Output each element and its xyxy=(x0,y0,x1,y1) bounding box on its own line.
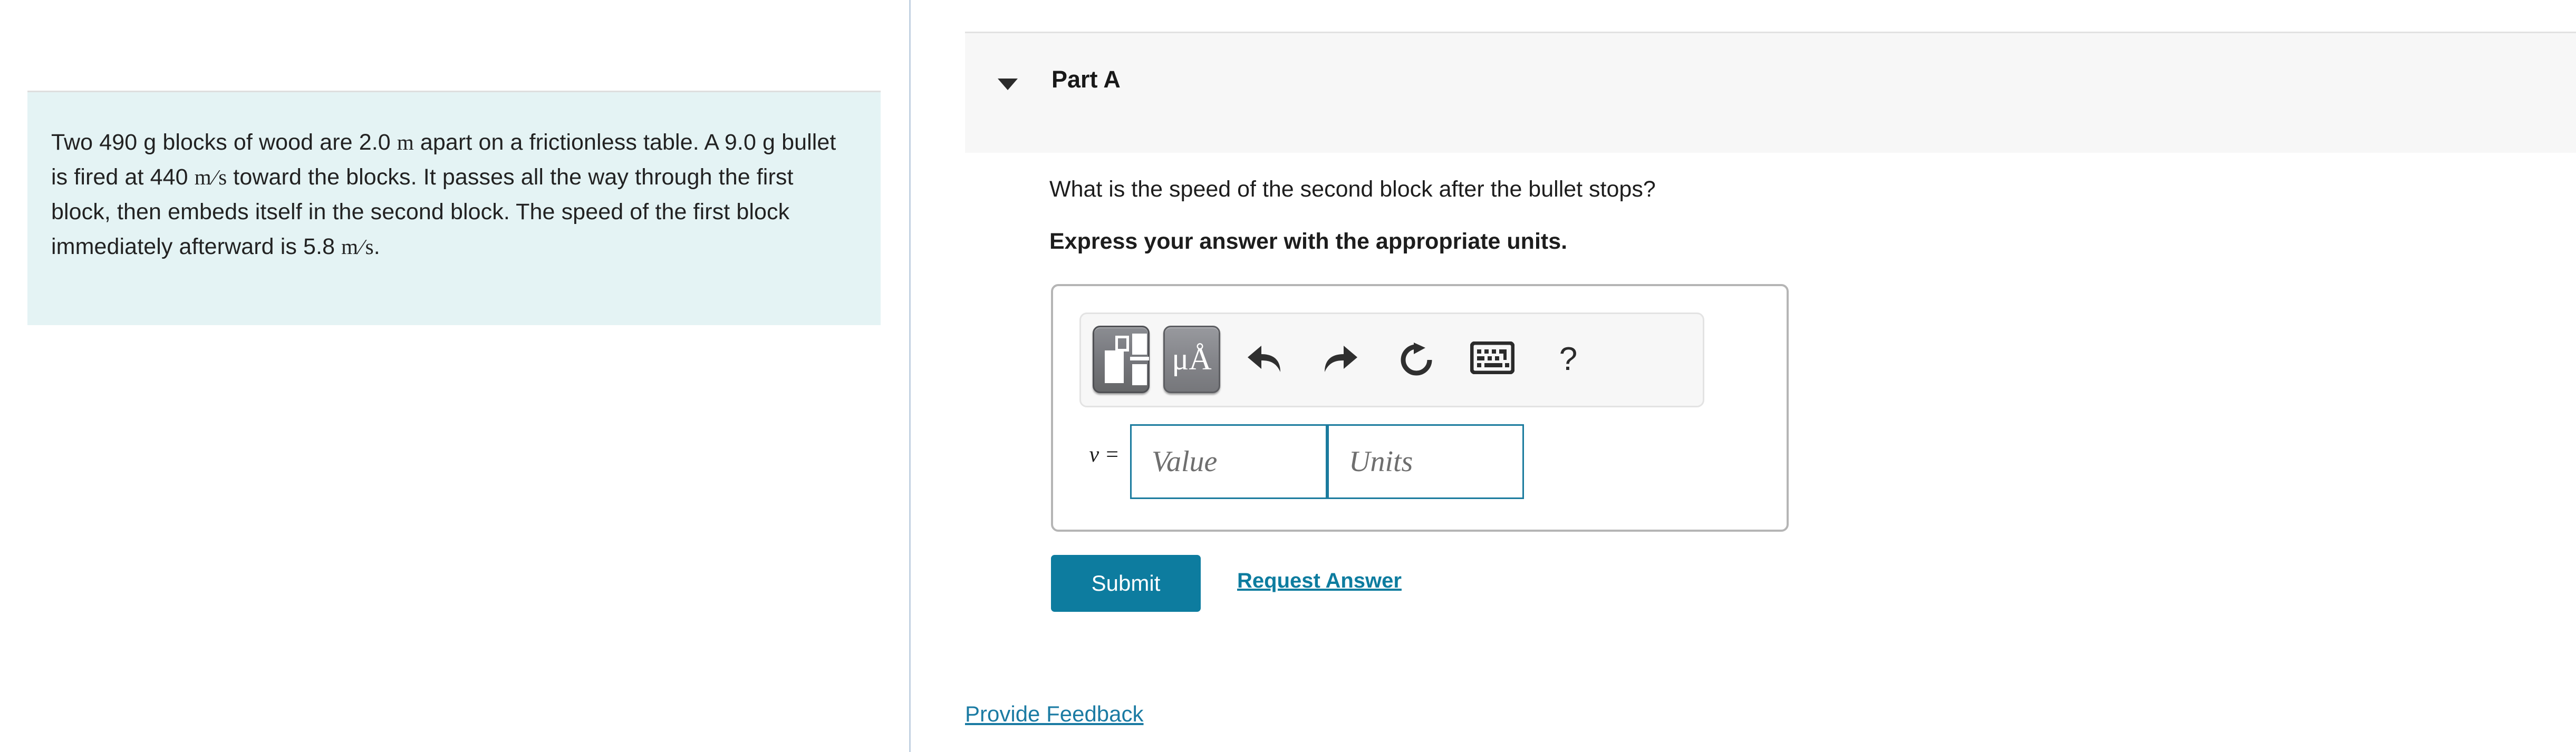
units-input[interactable] xyxy=(1327,424,1524,499)
equation-toolbar: μÅ ? xyxy=(1079,312,1704,407)
part-a-header[interactable]: Part A xyxy=(965,32,2576,153)
unit-meter: m xyxy=(397,130,414,154)
answer-entry-panel: μÅ ? v = Value Units xyxy=(1051,284,1789,532)
answer-input-row: v = xyxy=(1053,424,1787,499)
answer-pane: Part A What is the speed of the second b… xyxy=(911,0,2576,752)
keyboard-icon[interactable] xyxy=(1463,327,1522,392)
reset-icon[interactable] xyxy=(1387,327,1446,392)
chevron-down-icon[interactable] xyxy=(998,79,1018,90)
problem-seg-6: . xyxy=(373,234,380,259)
redo-icon[interactable] xyxy=(1311,327,1370,392)
undo-icon[interactable] xyxy=(1235,327,1294,392)
greek-symbols-icon[interactable]: μÅ xyxy=(1163,326,1220,393)
problem-statement-box: Two 490 g blocks of wood are 2.0 m apart… xyxy=(27,91,881,325)
variable-label: v = xyxy=(1089,443,1120,467)
question-prompt: What is the speed of the second block af… xyxy=(1049,177,1656,202)
help-icon[interactable]: ? xyxy=(1539,327,1598,392)
value-input[interactable] xyxy=(1130,424,1327,499)
problem-statement-text: Two 490 g blocks of wood are 2.0 m apart… xyxy=(51,125,858,264)
request-answer-link[interactable]: Request Answer xyxy=(1237,569,1402,593)
problem-seg-0: Two 490 g blocks of wood are 2.0 xyxy=(51,130,397,155)
help-glyph: ? xyxy=(1559,341,1578,377)
provide-feedback-link[interactable]: Provide Feedback xyxy=(965,701,1144,727)
greek-symbols-label: μÅ xyxy=(1172,341,1212,376)
answer-instruction: Express your answer with the appropriate… xyxy=(1049,229,1568,254)
math-template-icon[interactable] xyxy=(1093,326,1150,393)
unit-meters-per-second-1: m/s xyxy=(194,165,227,189)
submit-button[interactable]: Submit xyxy=(1051,555,1201,612)
problem-pane: Two 490 g blocks of wood are 2.0 m apart… xyxy=(0,0,910,752)
unit-meters-per-second-2: m/s xyxy=(341,235,374,259)
pane-divider xyxy=(909,0,911,752)
part-title: Part A xyxy=(1051,66,1121,93)
